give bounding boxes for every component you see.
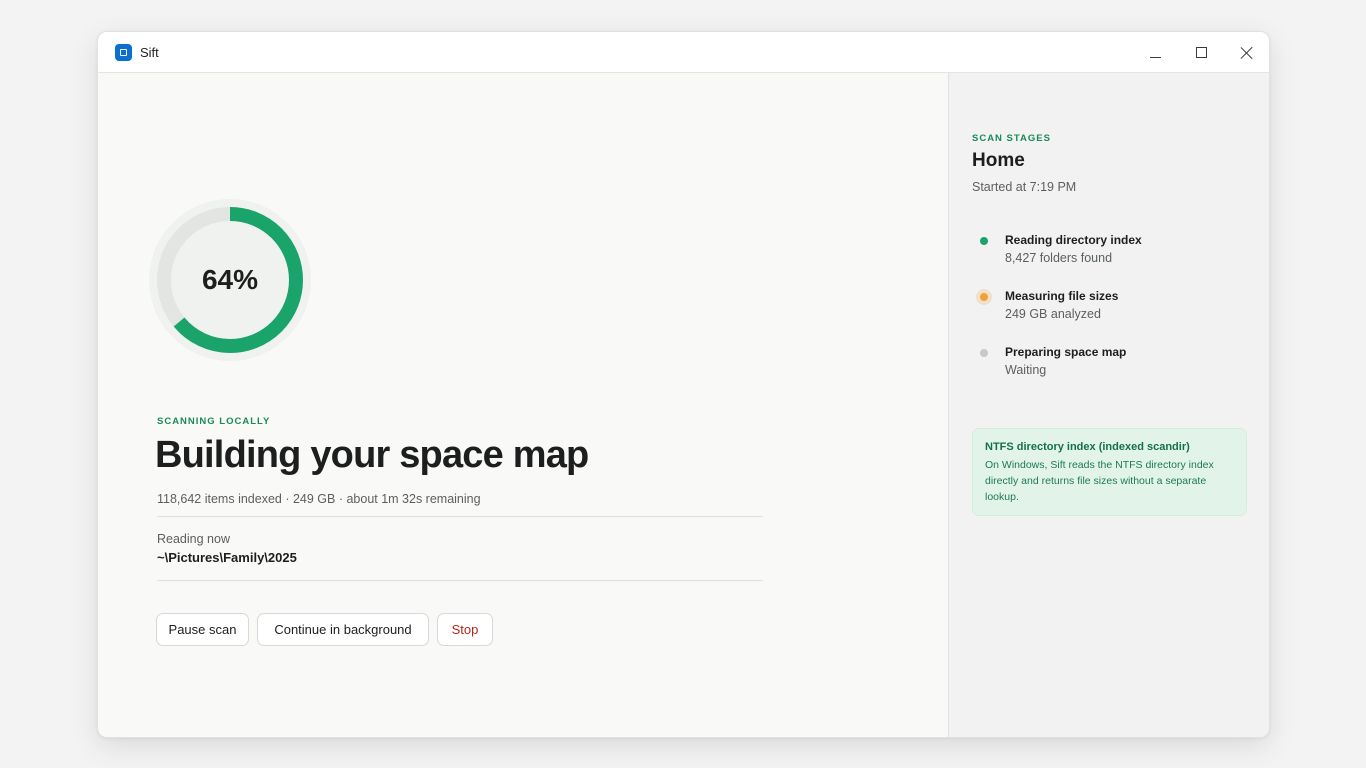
stage-status-dot-icon: [980, 237, 988, 245]
info-card-title: NTFS directory index (indexed scandir): [985, 441, 1190, 453]
page-title: Building your space map: [155, 434, 589, 476]
info-card-body: On Windows, Sift reads the NTFS director…: [985, 459, 1214, 503]
stage-status-dot-icon: [980, 349, 988, 357]
sidebar-eyebrow: SCAN STAGES: [972, 133, 1051, 144]
scan-stages-sidebar: SCAN STAGES Home Started at 7:19 PM Read…: [948, 73, 1269, 737]
reading-now-label: Reading now: [157, 532, 230, 546]
progress-ring: 64%: [148, 198, 312, 362]
stage-item: Measuring file sizes 249 GB analyzed: [976, 288, 1236, 328]
info-card: NTFS directory index (indexed scandir) O…: [972, 428, 1247, 516]
stage-status-dot-icon: [980, 293, 988, 301]
stop-button[interactable]: Stop: [437, 613, 493, 646]
scan-start-time: Started at 7:19 PM: [972, 180, 1077, 194]
pause-scan-button[interactable]: Pause scan: [156, 613, 249, 646]
scan-status-label: SCANNING LOCALLY: [157, 416, 271, 427]
scan-panel: 64% SCANNING LOCALLY Building your space…: [98, 73, 948, 737]
maximize-button[interactable]: [1182, 38, 1222, 68]
minimize-icon: [1150, 57, 1161, 58]
stage-detail: 8,427 folders found: [1005, 251, 1113, 265]
stage-name: Preparing space map: [1005, 345, 1127, 359]
divider: [157, 580, 763, 581]
stage-detail: Waiting: [1005, 363, 1047, 377]
app-icon: [115, 44, 132, 61]
title-bar: Sift: [98, 32, 1269, 73]
continue-in-background-button[interactable]: Continue in background: [257, 613, 429, 646]
sidebar-title: Home: [972, 150, 1025, 171]
stage-name: Reading directory index: [1005, 233, 1142, 247]
close-button[interactable]: [1227, 38, 1267, 68]
minimize-button[interactable]: [1136, 38, 1176, 68]
app-window: Sift 64% SCANNING LOCALLY Building your …: [97, 31, 1270, 738]
app-title: Sift: [140, 45, 159, 60]
progress-percent: 64%: [201, 264, 259, 295]
scan-stats: 118,642 items indexed · 249 GB · about 1…: [157, 492, 481, 506]
stage-name: Measuring file sizes: [1005, 289, 1119, 303]
maximize-icon: [1196, 47, 1207, 58]
stage-item: Reading directory index 8,427 folders fo…: [976, 232, 1236, 272]
stage-item: Preparing space map Waiting: [976, 344, 1236, 384]
close-icon: [1240, 46, 1254, 60]
reading-now-path: ~\Pictures\Family\2025: [157, 550, 297, 565]
stage-detail: 249 GB analyzed: [1005, 307, 1101, 321]
divider: [157, 516, 763, 517]
